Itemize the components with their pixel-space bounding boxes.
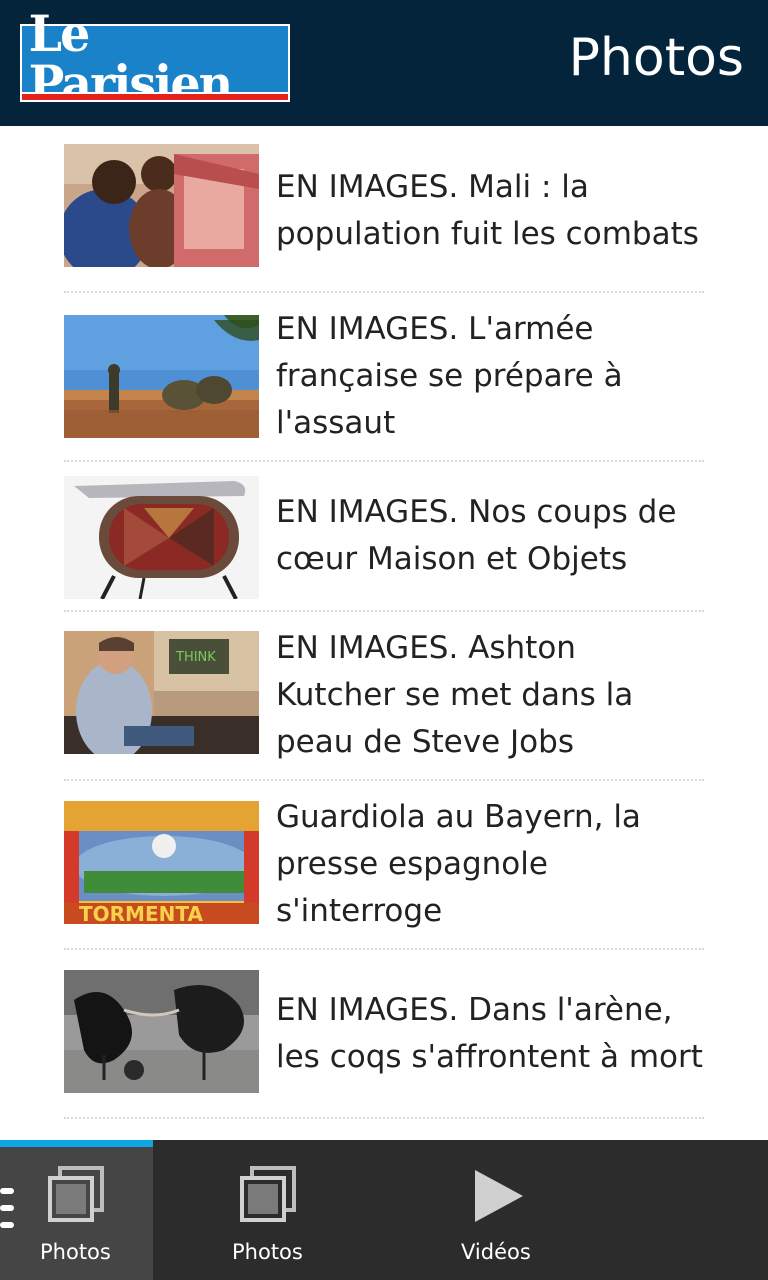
photos-icon (48, 1166, 104, 1222)
svg-text:TORMENTA: TORMENTA (79, 902, 203, 924)
app-header: Le Parisien Photos (0, 0, 768, 126)
article-item[interactable]: EN IMAGES. Nos coups de cœur Maison et O… (64, 462, 704, 612)
article-item[interactable]: EN IMAGES. Dans l'arène, les coqs s'affr… (64, 950, 704, 1119)
article-item[interactable]: EN IMAGES. Mali : la population fuit les… (64, 130, 704, 293)
article-title: EN IMAGES. Ashton Kutcher se met dans la… (276, 630, 634, 760)
tab-videos[interactable]: Vidéos (383, 1140, 613, 1280)
article-title: EN IMAGES. Nos coups de cœur Maison et O… (276, 494, 677, 577)
play-icon (475, 1170, 523, 1222)
tab-label: Photos (40, 1240, 111, 1264)
tab-photos[interactable]: Photos (153, 1140, 383, 1280)
article-thumbnail: THINK (64, 631, 259, 754)
article-thumbnail (64, 476, 259, 599)
svg-text:THINK: THINK (175, 650, 216, 665)
article-thumbnail (64, 144, 259, 267)
article-item[interactable]: TORMENTA Guardiola au Bayern, la presse … (64, 781, 704, 950)
le-parisien-logo[interactable]: Le Parisien (20, 9, 290, 109)
tab-photos-active[interactable]: Photos (0, 1140, 153, 1280)
page-title: Photos (568, 28, 744, 88)
article-item[interactable]: EN IMAGES. L'armée française se prépare … (64, 293, 704, 462)
article-title: EN IMAGES. L'armée française se prépare … (276, 311, 623, 441)
bottom-action-bar: Photos Photos Vidéos (0, 1140, 768, 1280)
article-item[interactable]: THINK EN IMAGES. Ashton Kutcher se met d… (64, 612, 704, 781)
article-title: Guardiola au Bayern, la presse espagnole… (276, 799, 641, 929)
article-thumbnail (64, 315, 259, 438)
article-title: EN IMAGES. Dans l'arène, les coqs s'affr… (276, 991, 703, 1075)
article-list: EN IMAGES. Mali : la population fuit les… (64, 130, 704, 1119)
article-thumbnail (64, 970, 259, 1093)
tab-label: Vidéos (461, 1240, 531, 1264)
tab-label: Photos (232, 1240, 303, 1264)
article-title: EN IMAGES. Mali : la population fuit les… (276, 168, 699, 252)
photos-icon (240, 1166, 296, 1222)
article-thumbnail: TORMENTA (64, 801, 259, 924)
